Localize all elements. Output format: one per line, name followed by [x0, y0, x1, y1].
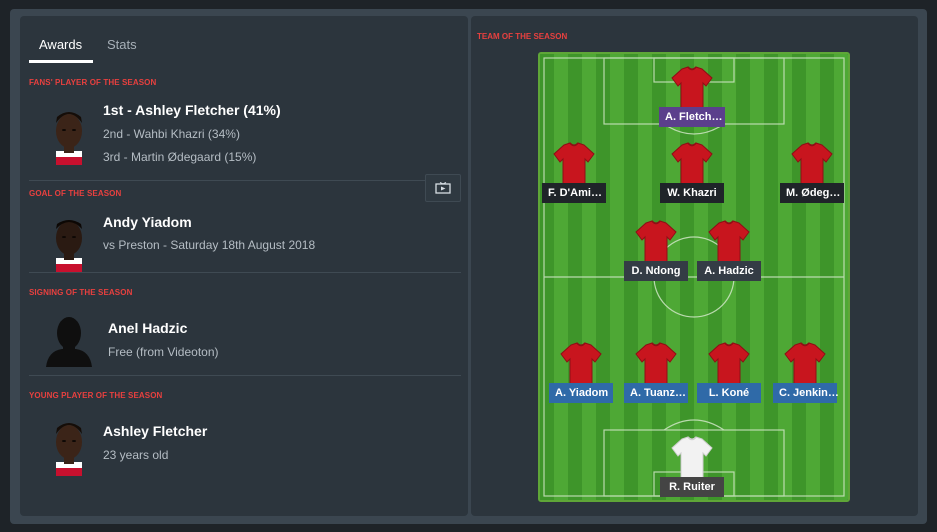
shirt-icon [671, 436, 713, 479]
fans-player-third[interactable]: 3rd - Martin Ødegaard (15%) [103, 150, 256, 164]
player-name-tag[interactable]: A. Yiadom [549, 383, 613, 403]
video-icon [435, 182, 451, 194]
divider [29, 180, 461, 181]
signing-player-name[interactable]: Anel Hadzic [108, 320, 187, 336]
shirt-icon [708, 342, 750, 385]
shirt-icon [671, 66, 713, 109]
section-title-goal: GOAL OF THE SEASON [29, 189, 122, 198]
shirt-icon [671, 142, 713, 185]
signing-detail: Free (from Videoton) [108, 345, 219, 359]
section-title-team: TEAM OF THE SEASON [477, 32, 568, 41]
shirt-icon [635, 220, 677, 263]
shirt-icon [791, 142, 833, 185]
player-name-tag[interactable]: C. Jenkin… [773, 383, 839, 403]
goal-detail: vs Preston - Saturday 18th August 2018 [103, 238, 316, 252]
shirt-icon [635, 342, 677, 385]
player-name-tag[interactable]: A. Tuanz… [624, 383, 688, 403]
shirt-icon [553, 142, 595, 185]
player-name-tag[interactable]: R. Ruiter [660, 477, 724, 497]
goal-player-name[interactable]: Andy Yiadom [103, 214, 192, 230]
player-name-tag[interactable]: A. Hadzic [697, 261, 761, 281]
player-name-tag[interactable]: M. Ødeg… [780, 183, 844, 203]
fans-player-first[interactable]: 1st - Ashley Fletcher (41%) [103, 102, 281, 118]
player-name-tag[interactable]: D. Ndong [624, 261, 688, 281]
awards-panel: Awards Stats FANS' PLAYER OF THE SEASON … [20, 16, 468, 516]
section-title-young-player: YOUNG PLAYER OF THE SEASON [29, 391, 163, 400]
player-name-tag[interactable]: L. Koné [697, 383, 761, 403]
avatar[interactable] [48, 212, 90, 272]
young-detail: 23 years old [103, 448, 169, 462]
player-name-tag[interactable]: A. Fletch… [659, 107, 725, 127]
avatar[interactable] [48, 105, 90, 165]
section-title-fans-player: FANS' PLAYER OF THE SEASON [29, 78, 157, 87]
avatar-silhouette[interactable] [44, 313, 94, 367]
young-player-name[interactable]: Ashley Fletcher [103, 423, 207, 439]
section-title-signing: SIGNING OF THE SEASON [29, 288, 133, 297]
divider [29, 375, 461, 376]
fans-player-second[interactable]: 2nd - Wahbi Khazri (34%) [103, 127, 240, 141]
shirt-icon [708, 220, 750, 263]
team-of-season-panel: TEAM OF THE SEASON A. Fletch… F. D'Ami… … [471, 16, 918, 516]
tab-stats[interactable]: Stats [107, 38, 137, 62]
video-button[interactable] [425, 174, 461, 202]
divider [29, 272, 461, 273]
shirt-icon [784, 342, 826, 385]
player-name-tag[interactable]: F. D'Ami… [542, 183, 606, 203]
player-name-tag[interactable]: W. Khazri [660, 183, 724, 203]
active-tab-indicator [29, 60, 93, 63]
shirt-icon [560, 342, 602, 385]
tab-awards[interactable]: Awards [39, 38, 82, 62]
avatar[interactable] [48, 416, 90, 476]
